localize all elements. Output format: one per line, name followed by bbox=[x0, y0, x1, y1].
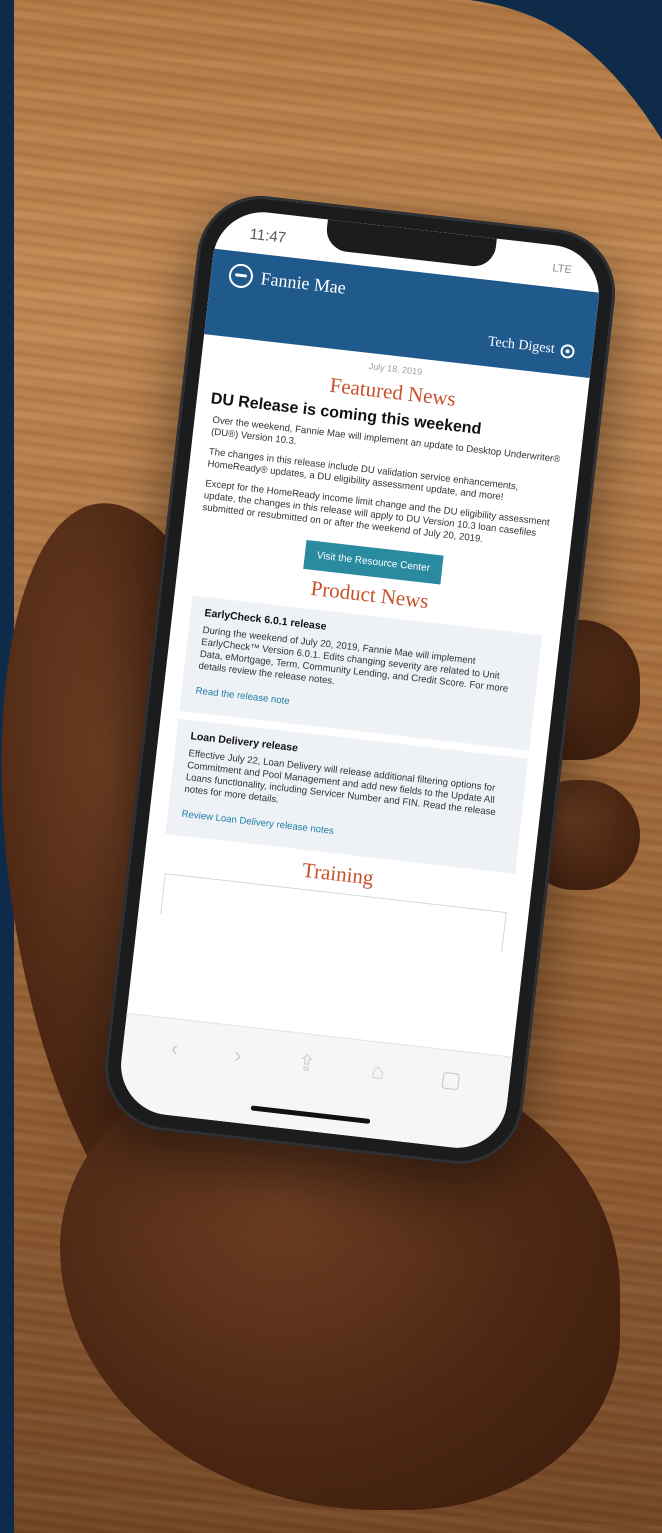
brand-name: Fannie Mae bbox=[259, 267, 347, 298]
tech-digest-label: Tech Digest bbox=[487, 334, 556, 357]
bookmarks-icon[interactable]: ⌂ bbox=[370, 1058, 386, 1085]
loan-delivery-notes-link[interactable]: Review Loan Delivery release notes bbox=[181, 809, 334, 837]
email-content: July 18, 2019 Featured News DU Release i… bbox=[127, 334, 590, 1058]
fannie-mae-logo-icon bbox=[227, 262, 255, 290]
forward-icon[interactable]: › bbox=[233, 1042, 243, 1069]
tech-digest: Tech Digest bbox=[487, 334, 576, 360]
tabs-icon[interactable]: ▢ bbox=[439, 1066, 462, 1094]
brand-logo[interactable]: Fannie Mae bbox=[227, 262, 347, 300]
network-indicator: LTE bbox=[551, 262, 573, 277]
status-time: 11:47 bbox=[248, 225, 287, 247]
home-indicator[interactable] bbox=[250, 1105, 371, 1124]
gear-icon[interactable] bbox=[559, 343, 576, 360]
release-note-link[interactable]: Read the release note bbox=[195, 686, 290, 708]
back-icon[interactable]: ‹ bbox=[170, 1035, 180, 1062]
share-icon[interactable]: ⇪ bbox=[296, 1049, 317, 1077]
phone-screen: 11:47 LTE Fannie Mae Tech Digest July 18… bbox=[115, 206, 605, 1154]
